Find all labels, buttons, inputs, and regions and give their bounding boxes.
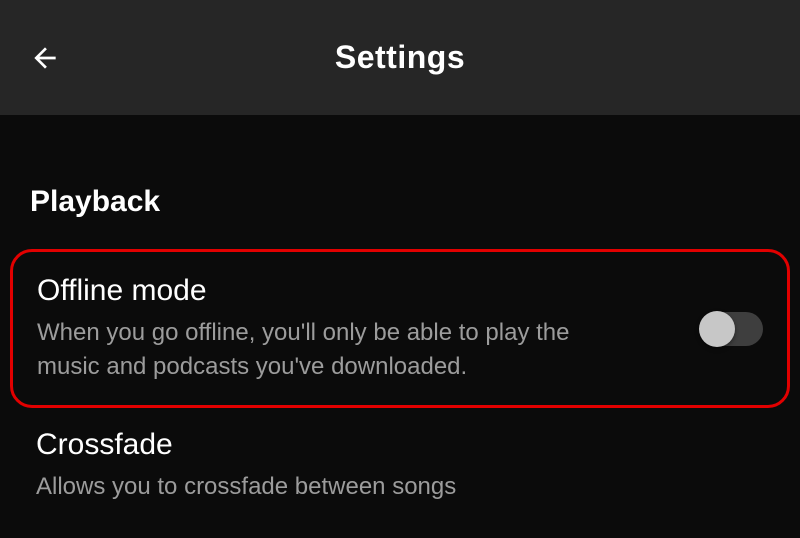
page-title: Settings [0,39,800,76]
settings-content: Playback Offline mode When you go offlin… [0,185,800,514]
setting-crossfade-desc: Allows you to crossfade between songs [36,470,616,504]
setting-offline-title: Offline mode [37,274,617,308]
setting-crossfade[interactable]: Crossfade Allows you to crossfade betwee… [30,418,770,514]
back-button[interactable] [25,38,65,78]
setting-crossfade-title: Crossfade [36,428,616,462]
section-title-playback: Playback [30,185,770,219]
offline-toggle-knob [699,311,735,347]
setting-offline-desc: When you go offline, you'll only be able… [37,316,617,383]
offline-toggle[interactable] [701,312,763,346]
setting-offline-text: Offline mode When you go offline, you'll… [37,274,617,383]
back-arrow-icon [29,42,61,74]
header-bar: Settings [0,0,800,115]
setting-crossfade-text: Crossfade Allows you to crossfade betwee… [36,428,616,504]
setting-offline-mode[interactable]: Offline mode When you go offline, you'll… [10,249,790,408]
